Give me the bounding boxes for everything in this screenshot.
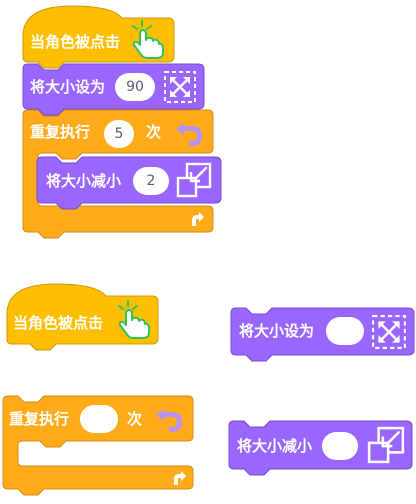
expand-arrows-icon bbox=[164, 71, 196, 103]
palette-repeat-label: 重复执行 bbox=[9, 410, 70, 428]
repeat-end-arrow-icon bbox=[174, 471, 186, 485]
palette-set-size-input[interactable] bbox=[326, 317, 364, 345]
palette-change-size-input[interactable] bbox=[322, 432, 358, 460]
script-repeat-count-input[interactable]: 5 bbox=[104, 120, 134, 148]
palette-repeat-count-input[interactable] bbox=[80, 405, 118, 433]
script-change-size-label: 将大小减小 bbox=[46, 172, 122, 190]
shrink-square-icon bbox=[176, 162, 212, 198]
hand-pointer-icon bbox=[132, 20, 164, 59]
script-set-size-label: 将大小设为 bbox=[30, 78, 106, 96]
loop-arrow-icon bbox=[156, 409, 182, 432]
expand-arrows-icon bbox=[372, 315, 406, 349]
shrink-square-icon bbox=[367, 426, 405, 464]
hand-pointer-icon bbox=[118, 300, 150, 339]
loop-arrow-icon bbox=[176, 123, 202, 146]
palette-repeat-suffix: 次 bbox=[127, 410, 143, 428]
script-repeat-suffix: 次 bbox=[146, 123, 162, 141]
script-set-size-input[interactable]: 90 bbox=[115, 73, 155, 101]
script-repeat-label: 重复执行 bbox=[30, 123, 91, 141]
palette-set-size-label: 将大小设为 bbox=[239, 322, 315, 340]
repeat-end-arrow-icon bbox=[192, 212, 204, 226]
palette-change-size-label: 将大小减小 bbox=[237, 437, 313, 455]
palette-hat-label: 当角色被点击 bbox=[13, 314, 104, 332]
script-hat-label: 当角色被点击 bbox=[30, 33, 121, 51]
script-change-size-input[interactable]: 2 bbox=[133, 167, 169, 195]
